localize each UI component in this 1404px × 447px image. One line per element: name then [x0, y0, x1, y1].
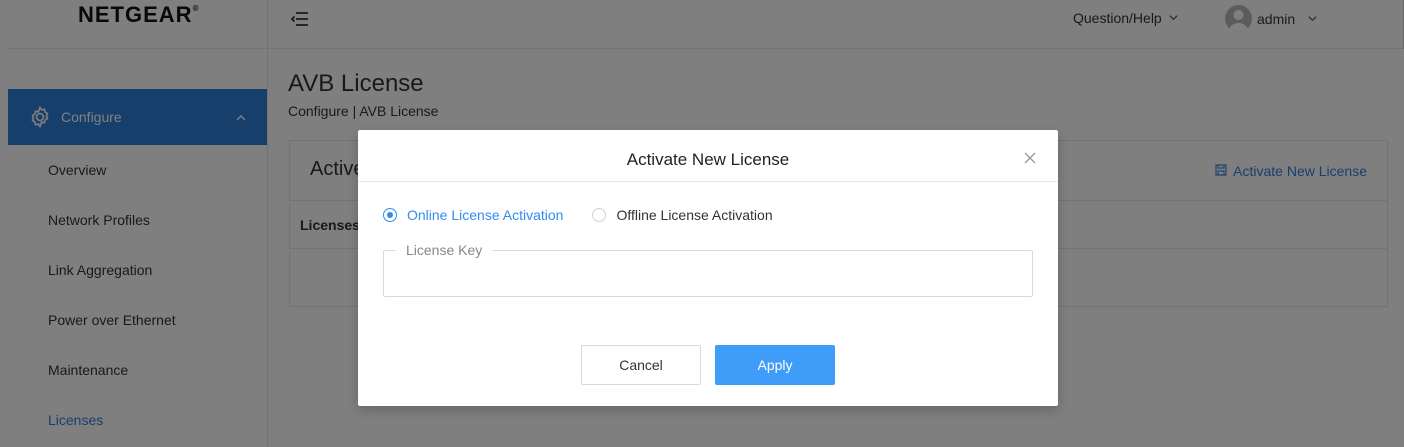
- dialog-title: Activate New License: [626, 150, 790, 169]
- radio-unchecked-icon: [592, 208, 607, 222]
- online-activation-radio[interactable]: Online License Activation: [383, 207, 563, 223]
- license-key-input[interactable]: [384, 251, 1032, 296]
- offline-activation-label: Offline License Activation: [616, 207, 773, 223]
- license-key-field: License Key: [383, 242, 1033, 297]
- online-activation-label: Online License Activation: [407, 207, 564, 223]
- offline-activation-radio[interactable]: Offline License Activation: [592, 207, 773, 223]
- radio-checked-icon: [383, 208, 397, 222]
- cancel-button[interactable]: Cancel: [581, 345, 701, 385]
- apply-button[interactable]: Apply: [715, 345, 835, 385]
- close-icon[interactable]: [1024, 151, 1036, 164]
- activate-license-dialog: Activate New License Online License Acti…: [358, 130, 1058, 406]
- dialog-divider: [358, 181, 1058, 182]
- activation-mode-group: Online License Activation Offline Licens…: [383, 207, 773, 223]
